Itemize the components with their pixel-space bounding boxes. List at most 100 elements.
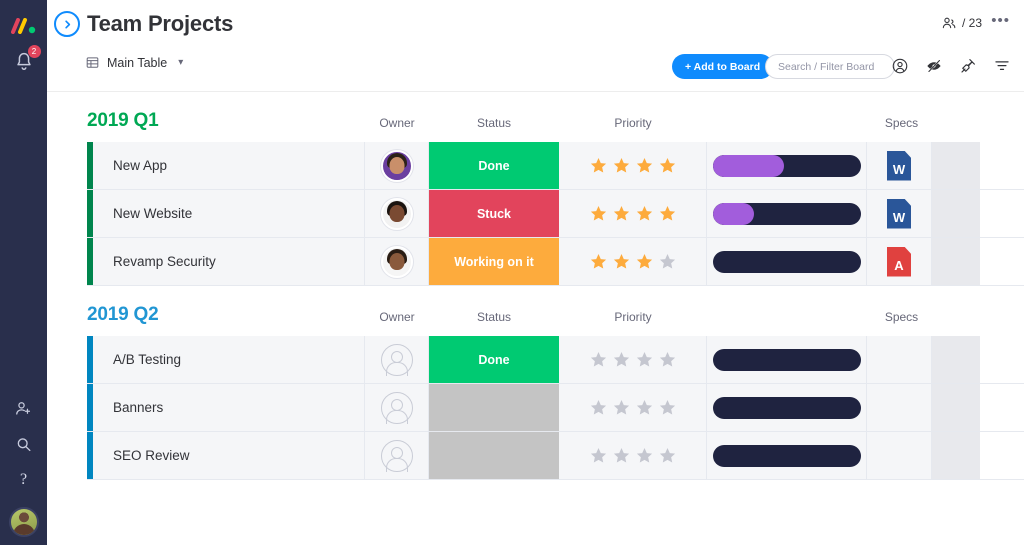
chevron-down-icon[interactable]: ▾ — [178, 57, 183, 68]
star-filled-icon[interactable] — [612, 204, 631, 223]
star-filled-icon[interactable] — [635, 252, 654, 271]
priority-cell[interactable] — [559, 336, 707, 383]
owner-cell[interactable] — [365, 142, 429, 189]
table-row[interactable]: A/B Testing Done — [87, 336, 1024, 384]
add-to-board-button[interactable]: + Add to Board — [672, 54, 773, 79]
row-name-cell[interactable]: A/B Testing — [93, 336, 365, 383]
word-doc-icon[interactable]: W — [887, 151, 911, 181]
specs-cell[interactable] — [867, 336, 932, 383]
star-filled-icon[interactable] — [612, 156, 631, 175]
column-header-priority[interactable]: Priority — [559, 310, 707, 324]
owner-cell[interactable] — [365, 190, 429, 237]
notifications-button[interactable]: 2 — [0, 44, 47, 78]
specs-cell[interactable]: W — [867, 142, 932, 189]
tab-main-table[interactable]: Main Table ▾ — [85, 55, 183, 70]
extra-column-cell[interactable] — [932, 384, 980, 431]
extra-column-cell[interactable] — [932, 432, 980, 479]
help-icon[interactable]: ? — [13, 469, 35, 491]
progress-cell[interactable] — [707, 336, 867, 383]
table-row[interactable]: Revamp Security Working on it A — [87, 238, 1024, 286]
column-header-specs[interactable]: Specs — [869, 116, 934, 130]
row-name-cell[interactable]: New App — [93, 142, 365, 189]
extra-column-cell[interactable] — [932, 336, 980, 383]
table-row[interactable]: New AppDoneW — [87, 142, 1024, 190]
progress-cell[interactable] — [707, 238, 867, 285]
avatar[interactable] — [381, 198, 413, 230]
group-title[interactable]: 2019 Q1 — [87, 110, 159, 132]
person-circle-icon[interactable] — [891, 57, 909, 75]
star-empty-icon[interactable] — [658, 252, 677, 271]
progress-bar[interactable] — [713, 251, 861, 273]
avatar[interactable] — [381, 150, 413, 182]
priority-cell[interactable] — [559, 142, 707, 189]
table-row[interactable]: New WebsiteStuckW — [87, 190, 1024, 238]
extra-column-cell[interactable] — [932, 238, 980, 285]
table-row[interactable]: Banners — [87, 384, 1024, 432]
progress-bar[interactable] — [713, 155, 861, 177]
progress-cell[interactable] — [707, 384, 867, 431]
star-empty-icon[interactable] — [658, 398, 677, 417]
star-filled-icon[interactable] — [612, 252, 631, 271]
progress-cell[interactable] — [707, 432, 867, 479]
avatar[interactable] — [381, 246, 413, 278]
row-name-cell[interactable]: Revamp Security — [93, 238, 365, 285]
star-empty-icon[interactable] — [612, 446, 631, 465]
progress-cell[interactable] — [707, 142, 867, 189]
star-empty-icon[interactable] — [612, 350, 631, 369]
column-header-status[interactable]: Status — [429, 310, 559, 324]
star-empty-icon[interactable] — [635, 398, 654, 417]
table-row[interactable]: SEO Review — [87, 432, 1024, 480]
status-badge[interactable] — [429, 432, 559, 479]
status-badge[interactable]: Working on it — [429, 238, 559, 285]
owner-cell[interactable] — [365, 336, 429, 383]
star-empty-icon[interactable] — [589, 350, 608, 369]
specs-cell[interactable]: A — [867, 238, 932, 285]
priority-cell[interactable] — [559, 384, 707, 431]
progress-bar[interactable] — [713, 397, 861, 419]
monday-logo[interactable] — [0, 18, 47, 34]
avatar-empty[interactable] — [381, 440, 413, 472]
invite-user-icon[interactable] — [13, 397, 35, 419]
pin-icon[interactable] — [959, 57, 977, 75]
group-title[interactable]: 2019 Q2 — [87, 304, 159, 326]
star-empty-icon[interactable] — [589, 446, 608, 465]
search-icon[interactable] — [13, 433, 35, 455]
search-input[interactable] — [765, 54, 895, 79]
star-empty-icon[interactable] — [635, 446, 654, 465]
progress-bar[interactable] — [713, 445, 861, 467]
extra-column-cell[interactable] — [932, 190, 980, 237]
status-badge[interactable]: Stuck — [429, 190, 559, 237]
avatar-empty[interactable] — [381, 392, 413, 424]
star-filled-icon[interactable] — [589, 204, 608, 223]
star-filled-icon[interactable] — [589, 252, 608, 271]
column-header-status[interactable]: Status — [429, 116, 559, 130]
status-badge[interactable]: Done — [429, 336, 559, 383]
star-empty-icon[interactable] — [635, 350, 654, 369]
row-name-cell[interactable]: SEO Review — [93, 432, 365, 479]
column-header-specs[interactable]: Specs — [869, 310, 934, 324]
priority-cell[interactable] — [559, 190, 707, 237]
word-doc-icon[interactable]: W — [887, 199, 911, 229]
specs-cell[interactable] — [867, 384, 932, 431]
hide-eye-icon[interactable] — [925, 57, 943, 75]
owner-cell[interactable] — [365, 384, 429, 431]
priority-cell[interactable] — [559, 238, 707, 285]
star-empty-icon[interactable] — [658, 350, 677, 369]
star-filled-icon[interactable] — [635, 156, 654, 175]
progress-cell[interactable] — [707, 190, 867, 237]
specs-cell[interactable] — [867, 432, 932, 479]
column-header-priority[interactable]: Priority — [559, 116, 707, 130]
star-empty-icon[interactable] — [658, 446, 677, 465]
expand-sidebar-button[interactable] — [54, 11, 80, 37]
star-empty-icon[interactable] — [612, 398, 631, 417]
extra-column-cell[interactable] — [932, 142, 980, 189]
owner-cell[interactable] — [365, 432, 429, 479]
filter-icon[interactable] — [993, 57, 1011, 75]
specs-cell[interactable]: W — [867, 190, 932, 237]
avatar-empty[interactable] — [381, 344, 413, 376]
board-more-menu[interactable]: ••• — [991, 14, 1010, 28]
star-filled-icon[interactable] — [658, 156, 677, 175]
star-filled-icon[interactable] — [658, 204, 677, 223]
priority-cell[interactable] — [559, 432, 707, 479]
column-header-owner[interactable]: Owner — [365, 116, 429, 130]
